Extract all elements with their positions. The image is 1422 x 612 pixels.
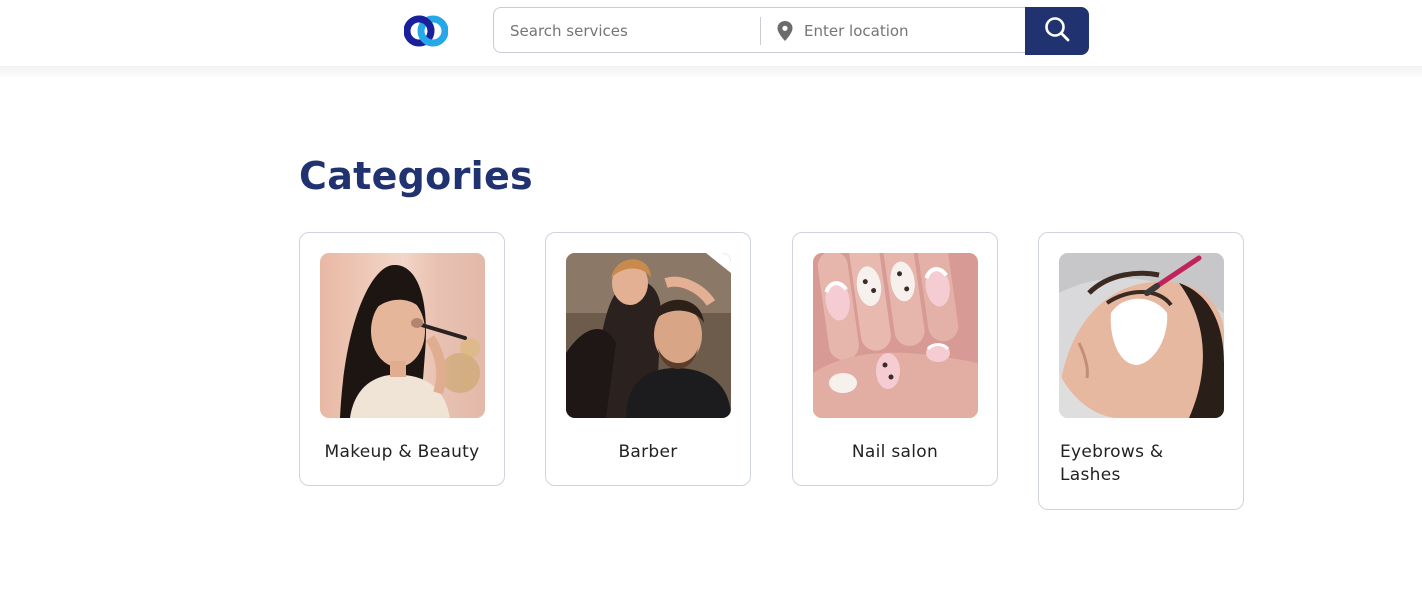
category-label: Barber bbox=[618, 442, 678, 462]
search-divider bbox=[760, 17, 761, 45]
category-label: Makeup & Beauty bbox=[324, 442, 480, 462]
category-card-makeup-beauty[interactable]: Makeup & Beauty bbox=[299, 232, 505, 486]
category-card-nail-salon[interactable]: Nail salon bbox=[792, 232, 998, 486]
search-bar bbox=[493, 7, 1088, 53]
category-card-barber[interactable]: Barber bbox=[545, 232, 751, 486]
search-icon bbox=[1044, 16, 1070, 46]
search-input[interactable] bbox=[510, 17, 750, 45]
location-input[interactable] bbox=[804, 17, 1014, 45]
category-label: Eyebrows & Lashes bbox=[1060, 442, 1164, 485]
nails-photo bbox=[813, 253, 978, 418]
category-label: Nail salon bbox=[851, 442, 939, 462]
map-pin-icon bbox=[777, 21, 793, 41]
search-button[interactable] bbox=[1025, 7, 1089, 55]
barber-photo bbox=[566, 253, 731, 418]
page-title: Categories bbox=[299, 154, 533, 198]
category-card-eyebrows-lashes[interactable]: Eyebrows & Lashes bbox=[1038, 232, 1244, 510]
lashes-photo bbox=[1059, 253, 1224, 418]
header-shadow bbox=[0, 66, 1422, 80]
logo-icon[interactable] bbox=[403, 14, 449, 48]
makeup-photo bbox=[320, 253, 485, 418]
top-header bbox=[0, 0, 1422, 66]
